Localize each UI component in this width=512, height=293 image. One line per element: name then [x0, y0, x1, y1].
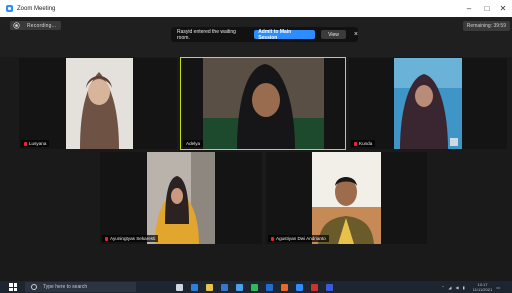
search-icon: [31, 284, 37, 290]
participant-figure: [394, 58, 462, 149]
participant-name-label: Lusyana: [21, 140, 50, 147]
chrome-icon[interactable]: [251, 283, 258, 291]
participant-figure: [66, 58, 133, 149]
participant-figure: [312, 152, 381, 244]
participant-tile[interactable]: Lusyana: [19, 58, 177, 149]
network-icon[interactable]: ◢: [448, 285, 451, 290]
participant-name-label: Agustiyan Dwi Andrianto: [268, 235, 329, 242]
powerpoint-icon[interactable]: [281, 283, 288, 291]
mail-icon[interactable]: [236, 283, 243, 291]
waiting-room-notification: Rasyid entered the waiting room. Admit t…: [171, 27, 358, 42]
battery-icon[interactable]: ▮: [463, 285, 465, 290]
participant-video: [203, 58, 324, 149]
task-view-icon[interactable]: [176, 283, 183, 291]
notifications-icon[interactable]: ▭: [496, 285, 500, 290]
edge-icon[interactable]: [191, 283, 198, 291]
participant-video: [147, 152, 215, 244]
muted-mic-icon: [24, 141, 27, 146]
active-speaker-tile[interactable]: Adelya: [180, 57, 346, 150]
taskbar-search-box[interactable]: Type here to search: [25, 282, 136, 292]
admit-button[interactable]: Admit to Main Session: [254, 29, 316, 41]
word-icon[interactable]: [266, 283, 273, 291]
windows-taskbar: Type here to search ⌃ ◢ ◀ ▮ 10:17 11/11/…: [0, 281, 512, 293]
participant-name-label: Kunda: [351, 140, 376, 147]
store-icon[interactable]: [221, 283, 228, 291]
participant-video: [312, 152, 381, 244]
participant-name-label: Ayuningtyas Sekaresti: [102, 235, 159, 242]
close-notice-button[interactable]: ×: [354, 31, 358, 38]
clock-date: 11/11/2021: [472, 287, 493, 292]
participant-tile[interactable]: Kunda: [349, 58, 507, 149]
participant-tile[interactable]: Agustiyan Dwi Andrianto: [266, 152, 427, 244]
app-icon[interactable]: [311, 283, 318, 291]
zoom-icon: [6, 5, 13, 12]
windows-start-icon[interactable]: [9, 283, 17, 291]
volume-icon[interactable]: ◀: [456, 285, 459, 290]
participant-video: [394, 58, 462, 149]
window-title: Zoom Meeting: [17, 5, 56, 12]
close-window-button[interactable]: ✕: [494, 0, 512, 17]
muted-mic-icon: [105, 236, 108, 241]
clock[interactable]: 10:17 11/11/2021: [473, 282, 492, 292]
participant-name: Agustiyan Dwi Andrianto: [276, 236, 326, 241]
participant-figure: [203, 58, 324, 149]
muted-mic-icon: [354, 141, 357, 146]
minimize-button[interactable]: –: [460, 0, 478, 17]
zoom-taskbar-icon[interactable]: [296, 283, 303, 291]
meeting-timer[interactable]: Remaining: 39:59: [462, 21, 510, 31]
recording-label: Recording...: [27, 22, 57, 29]
taskbar-apps: [176, 283, 333, 291]
participant-name: Lusyana: [29, 141, 47, 146]
view-button[interactable]: View: [321, 30, 346, 39]
window-titlebar: Zoom Meeting – □ ✕: [0, 0, 512, 17]
recording-indicator[interactable]: Recording...: [10, 21, 62, 30]
waiting-room-message: Rasyid entered the waiting room.: [177, 28, 236, 41]
chevron-up-icon[interactable]: ⌃: [441, 285, 444, 290]
participant-name: Ayuningtyas Sekaresti: [110, 236, 156, 241]
participant-name-label: Adelya: [183, 140, 204, 147]
file-explorer-icon[interactable]: [206, 283, 213, 291]
system-tray: ⌃ ◢ ◀ ▮ 10:17 11/11/2021 ▭: [441, 281, 500, 293]
muted-mic-icon: [271, 236, 274, 241]
app-icon[interactable]: [326, 283, 333, 291]
participant-name: Kunda: [359, 141, 373, 146]
participant-video: [66, 58, 133, 149]
record-icon: [14, 23, 19, 28]
participant-name: Adelya: [186, 141, 201, 146]
participant-figure: [147, 152, 215, 244]
search-placeholder: Type here to search: [43, 284, 88, 290]
participant-tile[interactable]: Ayuningtyas Sekaresti: [100, 152, 262, 244]
